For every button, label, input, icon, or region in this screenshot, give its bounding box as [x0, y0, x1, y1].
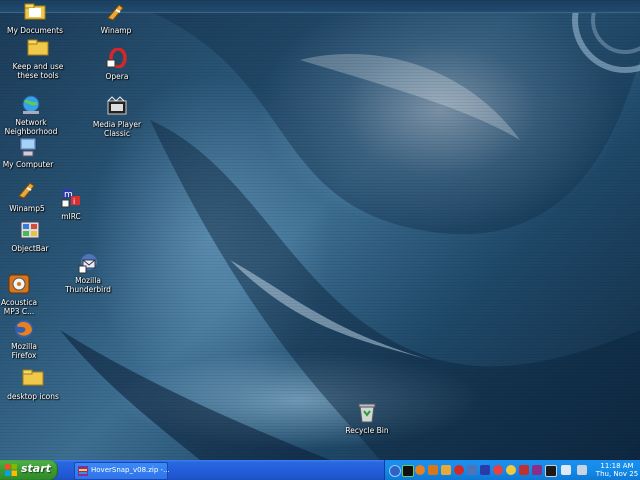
tray-volume-icon[interactable] — [577, 465, 587, 475]
taskbar-window-label: HoverSnap_v08.zip -... — [91, 466, 170, 474]
desktop-icon-label: Mozilla Firefox — [11, 342, 37, 360]
desktop-icon-label: Media Player Classic — [92, 120, 142, 138]
firefox-icon — [13, 318, 35, 340]
desktop-icon-label: My Computer — [2, 160, 54, 169]
winamp-lightning-icon — [105, 2, 127, 24]
folder-icon — [22, 368, 44, 390]
winrar-archive-icon — [78, 466, 88, 476]
computer-icon — [17, 136, 39, 158]
tray-acoustica-icon[interactable] — [428, 465, 438, 475]
start-button[interactable]: start — [0, 460, 58, 480]
desktop-icon-label: desktop icons — [7, 392, 59, 401]
clock-time[interactable]: 11:18 AM — [595, 462, 639, 470]
svg-text:i: i — [73, 197, 75, 206]
network-globe-icon — [20, 94, 42, 116]
desktop-icon-my-documents[interactable]: My Documents — [4, 2, 66, 35]
recycle-bin-icon — [356, 402, 378, 424]
desktop-icon-label: Keep and use these tools — [12, 62, 64, 80]
media-player-film-icon — [106, 96, 128, 118]
winamp-lightning-icon — [16, 180, 38, 202]
tray-app-icon[interactable] — [561, 465, 571, 475]
desktop-icon-mozilla-thunderbird[interactable]: Mozilla Thunderbird — [57, 252, 119, 294]
desktop-icon-recycle-bin[interactable]: Recycle Bin — [336, 402, 398, 435]
thunderbird-icon — [77, 252, 99, 274]
desktop-icon-acoustica-mp3[interactable]: Acoustica MP3 C... — [0, 274, 50, 316]
tray-firefox-icon[interactable] — [415, 465, 425, 475]
folder-documents-icon — [24, 2, 46, 24]
desktop-icon-label: ObjectBar — [11, 244, 49, 253]
taskbar: start HoverSnap_v08.zip -... 11:18 AM Th… — [0, 460, 640, 480]
tray-opera-icon[interactable] — [454, 465, 464, 475]
desktop-icon-label: Mozilla Thunderbird — [65, 276, 111, 294]
desktop-icon-label: Recycle Bin — [345, 426, 389, 435]
clock-date[interactable]: Thu, Nov 25 — [595, 470, 639, 478]
opera-icon — [106, 47, 128, 70]
desktop-icon-opera[interactable]: Opera — [86, 47, 148, 81]
desktop-icon-objectbar[interactable]: ObjectBar — [0, 220, 61, 253]
desktop-icon-label: Opera — [105, 72, 129, 81]
desktop-icon-label: My Documents — [6, 26, 64, 35]
show-hidden-icons-button[interactable] — [389, 465, 401, 477]
system-tray: 11:18 AM Thu, Nov 25 — [384, 460, 640, 480]
tray-app-icon[interactable] — [493, 465, 503, 475]
desktop-icon-winamp[interactable]: Winamp — [85, 2, 147, 35]
desktop-icon-my-computer[interactable]: My Computer — [0, 136, 59, 169]
desktop-icon-label: Acoustica MP3 C... — [0, 298, 38, 316]
desktop-icon-media-player-classic[interactable]: Media Player Classic — [86, 96, 148, 138]
folder-icon — [27, 38, 49, 60]
desktop-icon-desktop-icons-folder[interactable]: desktop icons — [2, 368, 64, 401]
acoustica-cd-icon — [8, 274, 30, 296]
objectbar-icon — [19, 220, 41, 242]
desktop-icon-label: Network Neighborhood — [4, 118, 58, 136]
tray-app-icon[interactable] — [519, 465, 529, 475]
desktop-icon-network-neighborhood[interactable]: Network Neighborhood — [0, 94, 62, 136]
desktop-icon-label: Winamp — [100, 26, 132, 35]
desktop-icon-mirc[interactable]: mi mIRC — [40, 188, 102, 221]
tray-mirc-icon[interactable] — [480, 465, 490, 475]
tray-winamp-icon[interactable] — [441, 465, 451, 475]
taskbar-window-hoversnap[interactable]: HoverSnap_v08.zip -... — [74, 462, 170, 480]
tray-smiley-icon[interactable] — [506, 465, 516, 475]
windows-flag-icon — [5, 464, 17, 476]
mirc-icon: mi — [60, 188, 82, 210]
tray-app-icon[interactable] — [532, 465, 542, 475]
desktop-icon-label: mIRC — [61, 212, 81, 221]
start-label: start — [21, 462, 51, 475]
desktop-icon-mozilla-firefox[interactable]: Mozilla Firefox — [0, 318, 55, 360]
desktop-icon-keep-and-use-tools[interactable]: Keep and use these tools — [7, 38, 69, 80]
tray-thunderbird-icon[interactable] — [467, 465, 477, 475]
tray-app-icon[interactable] — [402, 465, 414, 477]
tray-app-icon[interactable] — [545, 465, 557, 477]
